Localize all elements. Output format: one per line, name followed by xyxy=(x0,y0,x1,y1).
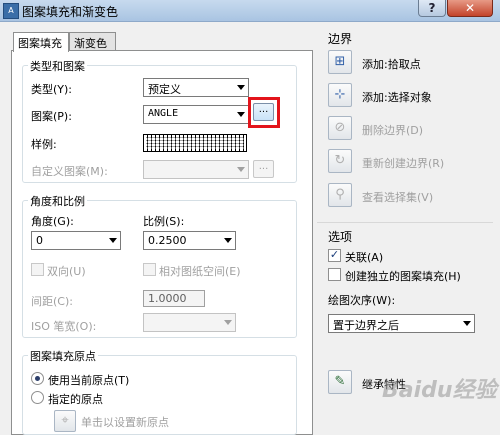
remove-boundary-label: 删除边界(D) xyxy=(362,124,424,137)
remove-boundary-icon: ⊘ xyxy=(334,120,346,135)
double-checkbox[interactable] xyxy=(31,263,44,276)
use-current-origin-radio[interactable] xyxy=(31,372,44,385)
angle-scale-title: 角度和比例 xyxy=(28,193,87,209)
select-objects-icon: ⊹ xyxy=(334,87,346,102)
pattern-label: 图案(P): xyxy=(31,110,72,123)
draw-order-combo[interactable]: 置于边界之后 xyxy=(328,314,475,333)
add-pick-points-button[interactable]: ⊞ xyxy=(328,50,352,74)
associative-label: 关联(A) xyxy=(345,251,384,264)
independent-hatch-label: 创建独立的图案填充(H) xyxy=(345,270,461,283)
relative-paper-space-checkbox[interactable] xyxy=(143,263,156,276)
recreate-boundary-button[interactable]: ↻ xyxy=(328,149,352,173)
inherit-properties-icon: ✎ xyxy=(334,374,346,389)
set-origin-icon: ⌖ xyxy=(61,413,69,428)
pattern-combo[interactable]: ANGLE xyxy=(143,105,249,124)
type-label: 类型(Y): xyxy=(31,83,73,96)
type-pattern-title: 类型和图案 xyxy=(28,58,87,74)
recreate-boundary-label: 重新创建边界(R) xyxy=(362,157,445,170)
chevron-down-icon xyxy=(463,321,471,326)
custom-browse-button[interactable]: ... xyxy=(253,160,274,178)
draw-order-label: 绘图次序(W): xyxy=(328,294,396,307)
iso-pen-width-combo[interactable] xyxy=(143,313,236,332)
chevron-down-icon xyxy=(237,167,245,172)
pattern-value: ANGLE xyxy=(148,108,179,119)
chevron-down-icon xyxy=(237,85,245,90)
pattern-sample-texture xyxy=(146,137,244,149)
close-button[interactable]: ✕ xyxy=(447,0,493,17)
angle-label: 角度(G): xyxy=(31,215,74,228)
tab-gradient[interactable]: 渐变色 xyxy=(69,32,116,51)
set-origin-label: 单击以设置新原点 xyxy=(81,416,169,429)
add-pick-points-label: 添加:拾取点 xyxy=(362,58,421,71)
highlight-box xyxy=(248,97,280,128)
custom-pattern-label: 自定义图案(M): xyxy=(31,165,108,178)
independent-hatch-checkbox[interactable] xyxy=(328,268,341,281)
specified-origin-radio[interactable] xyxy=(31,391,44,404)
title-bar[interactable]: A 图案填充和渐变色 ? ✕ xyxy=(0,0,500,22)
custom-pattern-combo[interactable] xyxy=(143,160,249,179)
options-separator xyxy=(317,222,493,223)
chevron-down-icon xyxy=(109,238,117,243)
spacing-label: 间距(C): xyxy=(31,295,73,308)
iso-pen-width-label: ISO 笔宽(O): xyxy=(31,320,97,333)
app-icon: A xyxy=(3,3,19,19)
relative-paper-space-label: 相对图纸空间(E) xyxy=(159,265,241,278)
double-label: 双向(U) xyxy=(47,265,86,278)
add-select-objects-button[interactable]: ⊹ xyxy=(328,83,352,107)
view-selection-icon: ⚲ xyxy=(335,187,345,202)
angle-value: 0 xyxy=(36,234,43,247)
chevron-down-icon xyxy=(237,112,245,117)
tab-hatch[interactable]: 图案填充 xyxy=(13,32,69,52)
scale-value: 0.2500 xyxy=(148,234,187,247)
sample-label: 样例: xyxy=(31,138,57,151)
scale-combo[interactable]: 0.2500 xyxy=(143,231,236,250)
watermark-logo: Baidu经验 xyxy=(382,378,497,403)
options-title: 选项 xyxy=(328,230,353,244)
type-value: 预定义 xyxy=(148,83,181,96)
specified-origin-label: 指定的原点 xyxy=(48,393,103,406)
window-title: 图案填充和渐变色 xyxy=(22,5,119,19)
set-origin-button[interactable]: ⌖ xyxy=(54,410,76,432)
angle-combo[interactable]: 0 xyxy=(31,231,121,250)
view-selection-button[interactable]: ⚲ xyxy=(328,183,352,207)
type-combo[interactable]: 预定义 xyxy=(143,78,249,97)
chevron-down-icon xyxy=(224,238,232,243)
inherit-properties-button[interactable]: ✎ xyxy=(328,370,352,394)
draw-order-value: 置于边界之后 xyxy=(333,319,399,332)
scale-label: 比例(S): xyxy=(143,215,185,228)
view-selection-label: 查看选择集(V) xyxy=(362,191,434,204)
boundary-title: 边界 xyxy=(328,32,353,46)
associative-checkbox[interactable]: ✓ xyxy=(328,249,341,262)
origin-title: 图案填充原点 xyxy=(28,348,98,364)
remove-boundary-button[interactable]: ⊘ xyxy=(328,116,352,140)
recreate-boundary-icon: ↻ xyxy=(334,153,346,168)
use-current-origin-label: 使用当前原点(T) xyxy=(48,374,130,387)
spacing-input[interactable]: 1.0000 xyxy=(143,290,205,307)
pick-points-icon: ⊞ xyxy=(334,54,346,69)
add-select-objects-label: 添加:选择对象 xyxy=(362,91,432,104)
chevron-down-icon xyxy=(224,320,232,325)
help-button[interactable]: ? xyxy=(418,0,446,17)
